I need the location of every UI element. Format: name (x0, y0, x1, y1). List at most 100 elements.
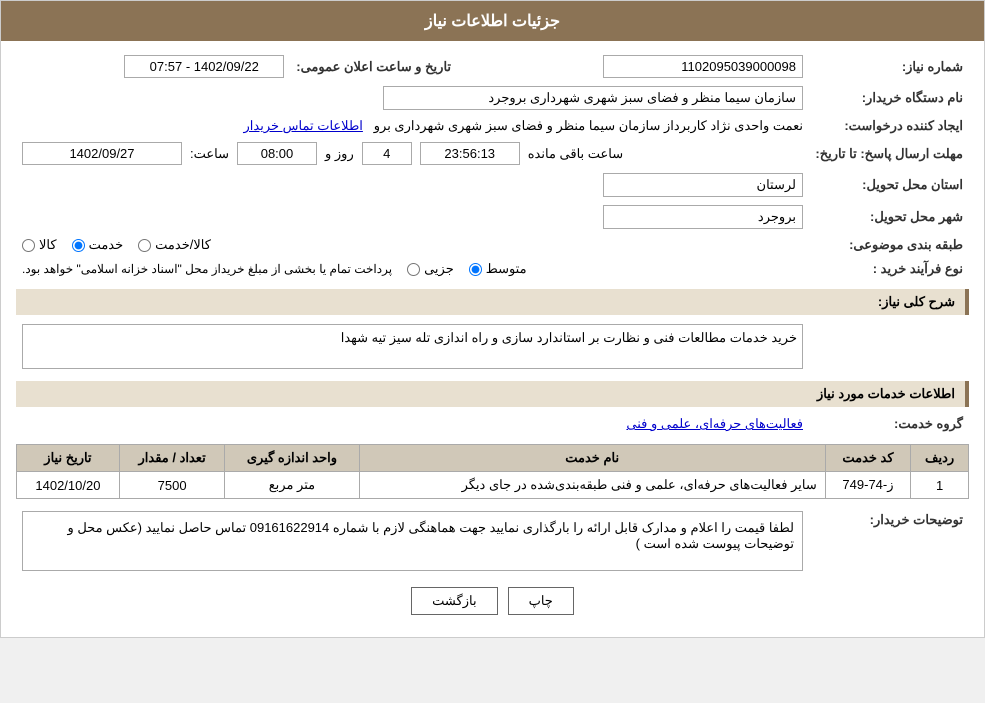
radio-khedmat-input[interactable] (72, 239, 85, 252)
eijad-link[interactable]: اطلاعات تماس خریدار (244, 118, 363, 133)
col-radif: ردیف (911, 445, 969, 472)
nofarayand-row: پرداخت تمام یا بخشی از مبلغ خریداز محل "… (22, 261, 803, 277)
tavzihat-box: لطفا قیمت را اعلام و مدارک قابل ارائه را… (22, 511, 803, 571)
radio-kala-khedmat[interactable]: کالا/خدمت (138, 237, 211, 253)
table-row: شهر محل تحویل: بروجرد (16, 201, 969, 233)
table-row: ایجاد کننده درخواست: نعمت واحدی نژاد کار… (16, 114, 969, 138)
radio-motevaset-input[interactable] (469, 263, 482, 276)
table-row: نام دستگاه خریدار: سازمان سیما منظر و فض… (16, 82, 969, 114)
mohlat-roz-label: روز و (325, 146, 354, 162)
cell-vahed: متر مربع (225, 472, 359, 499)
motevaset-label: متوسط (486, 261, 527, 277)
time-row: 1402/09/27 ساعت: 08:00 روز و 4 23:56:13 … (22, 142, 803, 165)
kala-label: کالا (39, 237, 57, 253)
grouh-label: گروه خدمت: (809, 412, 969, 436)
mohlat-roz-box: 4 (362, 142, 412, 165)
page-title: جزئیات اطلاعات نیاز (425, 13, 560, 30)
sharh-label: شرح کلی نیاز: (878, 294, 955, 309)
jozi-label: جزیی (424, 261, 454, 277)
table-row: نوع فرآیند خرید : پرداخت تمام یا بخشی از… (16, 257, 969, 281)
table-row: خرید خدمات مطالعات فنی و نظارت بر استاند… (16, 320, 969, 373)
tabaqe-label: طبقه بندی موضوعی: (809, 233, 969, 257)
info-table: شماره نیاز: 1102095039000098 تاریخ و ساع… (16, 51, 969, 281)
cell-nam: سایر فعالیت‌های حرفه‌ای، علمی و فنی طبقه… (359, 472, 825, 499)
nam-dastgah-value: سازمان سیما منظر و فضای سبز شهری شهرداری… (16, 82, 809, 114)
tarikhe-elan-value: 1402/09/22 - 07:57 (16, 51, 290, 82)
table-row: مهلت ارسال پاسخ: تا تاریخ: 1402/09/27 سا… (16, 138, 969, 169)
table-row: طبقه بندی موضوعی: کالا خدمت کالا/خدمت (16, 233, 969, 257)
table-row: توضیحات خریدار: لطفا قیمت را اعلام و مدا… (16, 507, 969, 575)
radio-jozi-input[interactable] (407, 263, 420, 276)
sharh-label-cell (809, 320, 969, 373)
shomara-niaz-label: شماره نیاز: (809, 51, 969, 82)
cell-tarikh: 1402/10/20 (17, 472, 120, 499)
tavzihat-value: لطفا قیمت را اعلام و مدارک قابل ارائه را… (16, 507, 809, 575)
back-button[interactable]: بازگشت (411, 587, 497, 615)
ostan-box: لرستان (603, 173, 803, 197)
shahr-box: بروجرد (603, 205, 803, 229)
shahr-value: بروجرد (16, 201, 809, 233)
cell-kod: ز-74-749 (825, 472, 910, 499)
sharh-value-cell: خرید خدمات مطالعات فنی و نظارت بر استاند… (16, 320, 809, 373)
tarikhe-elan-label: تاریخ و ساعت اعلان عمومی: (290, 51, 471, 82)
mohlat-date-box: 1402/09/27 (22, 142, 182, 165)
sharh-table: خرید خدمات مطالعات فنی و نظارت بر استاند… (16, 320, 969, 373)
khadamat-label: اطلاعات خدمات مورد نیاز (817, 386, 955, 401)
nofarayand-note: پرداخت تمام یا بخشی از مبلغ خریداز محل "… (22, 262, 392, 276)
radio-kala-khedmat-input[interactable] (138, 239, 151, 252)
eijad-value: نعمت واحدی نژاد کاربرداز سازمان سیما منظ… (16, 114, 809, 138)
cell-tedad: 7500 (119, 472, 224, 499)
mohlat-label: مهلت ارسال پاسخ: تا تاریخ: (809, 138, 969, 169)
radio-kala-input[interactable] (22, 239, 35, 252)
col-vahed: واحد اندازه گیری (225, 445, 359, 472)
tarikhe-elan-box: 1402/09/22 - 07:57 (124, 55, 284, 78)
radio-kala[interactable]: کالا (22, 237, 57, 253)
ostan-value: لرستان (16, 169, 809, 201)
nofarayand-radio-group: جزیی متوسط (407, 261, 527, 277)
table-row: گروه خدمت: فعالیت‌های حرفه‌ای، علمی و فن… (16, 412, 969, 436)
col-nam: نام خدمت (359, 445, 825, 472)
table-row: استان محل تحویل: لرستان (16, 169, 969, 201)
tabaqe-radio-group: کالا خدمت کالا/خدمت (22, 237, 803, 253)
shomara-niaz-box: 1102095039000098 (603, 55, 803, 78)
col-tarikh: تاریخ نیاز (17, 445, 120, 472)
shomara-niaz-value: 1102095039000098 (471, 51, 809, 82)
mohlat-saat-label: ساعت: (190, 146, 229, 162)
khedmat-label: خدمت (89, 237, 124, 253)
radio-jozi[interactable]: جزیی (407, 261, 454, 277)
eijad-label: ایجاد کننده درخواست: (809, 114, 969, 138)
nofarayand-value: پرداخت تمام یا بخشی از مبلغ خریداز محل "… (16, 257, 809, 281)
grouh-value: فعالیت‌های حرفه‌ای، علمی و فنی (16, 412, 809, 436)
service-table-body: 1 ز-74-749 سایر فعالیت‌های حرفه‌ای، علمی… (17, 472, 969, 499)
radio-motevaset[interactable]: متوسط (469, 261, 527, 277)
radio-khedmat[interactable]: خدمت (72, 237, 124, 253)
sharh-box: خرید خدمات مطالعات فنی و نظارت بر استاند… (22, 324, 803, 369)
nofarayand-label: نوع فرآیند خرید : (809, 257, 969, 281)
mohlat-saat-box: 08:00 (237, 142, 317, 165)
tavzihat-table: توضیحات خریدار: لطفا قیمت را اعلام و مدا… (16, 507, 969, 575)
grouh-table: گروه خدمت: فعالیت‌های حرفه‌ای، علمی و فن… (16, 412, 969, 436)
tabaqe-value: کالا خدمت کالا/خدمت (16, 233, 809, 257)
sharh-section-title: شرح کلی نیاز: (16, 289, 969, 315)
table-row: شماره نیاز: 1102095039000098 تاریخ و ساع… (16, 51, 969, 82)
page-wrapper: جزئیات اطلاعات نیاز شماره نیاز: 11020950… (0, 0, 985, 638)
page-header: جزئیات اطلاعات نیاز (1, 1, 984, 41)
eijad-text: نعمت واحدی نژاد کاربرداز سازمان سیما منظ… (374, 118, 803, 133)
cell-radif: 1 (911, 472, 969, 499)
col-kod: کد خدمت (825, 445, 910, 472)
col-tedad: تعداد / مقدار (119, 445, 224, 472)
kala-khedmat-label: کالا/خدمت (155, 237, 211, 253)
service-table-head: ردیف کد خدمت نام خدمت واحد اندازه گیری ت… (17, 445, 969, 472)
table-row: 1 ز-74-749 سایر فعالیت‌های حرفه‌ای، علمی… (17, 472, 969, 499)
print-button[interactable]: چاپ (508, 587, 574, 615)
khadamat-section-title: اطلاعات خدمات مورد نیاز (16, 381, 969, 407)
table-header-row: ردیف کد خدمت نام خدمت واحد اندازه گیری ت… (17, 445, 969, 472)
mohlat-baqi-label: ساعت باقی مانده (528, 146, 623, 162)
shahr-label: شهر محل تحویل: (809, 201, 969, 233)
ostan-label: استان محل تحویل: (809, 169, 969, 201)
nam-dastgah-box: سازمان سیما منظر و فضای سبز شهری شهرداری… (383, 86, 803, 110)
mohlat-value: 1402/09/27 ساعت: 08:00 روز و 4 23:56:13 … (16, 138, 809, 169)
content-area: شماره نیاز: 1102095039000098 تاریخ و ساع… (1, 41, 984, 637)
buttons-row: چاپ بازگشت (16, 587, 969, 615)
grouh-link[interactable]: فعالیت‌های حرفه‌ای، علمی و فنی (626, 416, 803, 431)
